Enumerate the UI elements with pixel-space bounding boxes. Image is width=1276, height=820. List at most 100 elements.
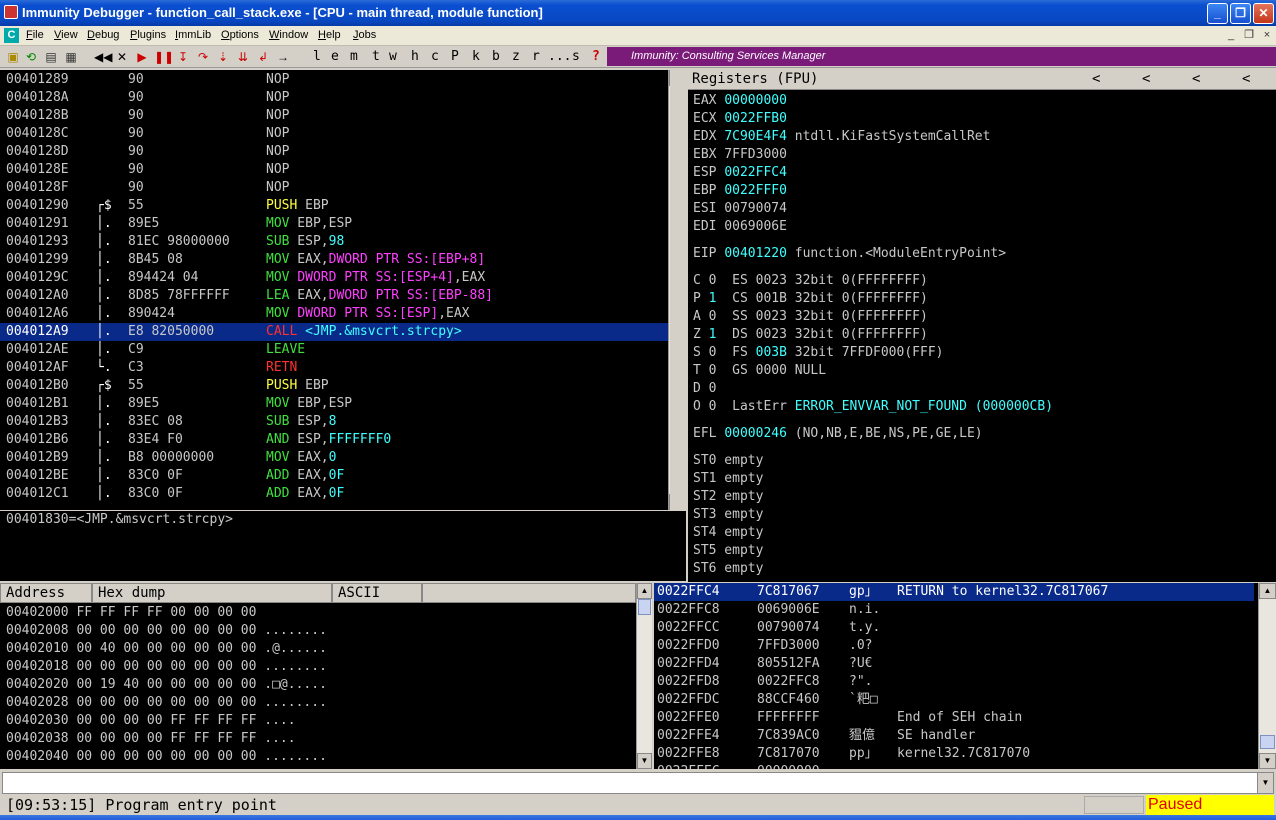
execute-till-return-icon[interactable]: ↲ <box>256 49 270 65</box>
toolbar-executable-modules-button[interactable]: e <box>331 49 339 65</box>
mdi-minimize-button[interactable]: _ <box>1224 28 1238 42</box>
toolbar-call-stack-button[interactable]: k <box>472 49 480 65</box>
stack-row[interactable]: 0022FFC4 7C817067 gp｣ RETURN to kernel32.7C… <box>654 583 1254 601</box>
disassembly-row[interactable]: 004012B1 │. 89E5 MOV EBP,ESP <box>0 395 668 413</box>
menu-help[interactable]: Help <box>318 29 341 41</box>
register-line[interactable]: EFL 00000246 (NO,NB,E,BE,NS,PE,GE,LE) <box>693 425 983 443</box>
run-icon[interactable]: ▶ <box>136 49 148 65</box>
register-line[interactable]: ESP 0022FFC4 <box>693 164 787 182</box>
registers-header[interactable]: Registers (FPU) < < < < <box>688 70 1276 90</box>
disassembly-row[interactable]: 00401290 ┌$ 55 PUSH EBP <box>0 197 668 215</box>
disassembly-row[interactable]: 004012A0 │. 8D85 78FFFFFF LEA EAX,DWORD PTR… <box>0 287 668 305</box>
stack-row[interactable]: 0022FFD4 805512FA ?U€ <box>654 655 1254 673</box>
disassembly-row[interactable]: 00401299 │. 8B45 08 MOV EAX,DWORD PTR SS:[E… <box>0 251 668 269</box>
menu-options[interactable]: Options <box>221 29 259 41</box>
disassembly-row[interactable]: 004012B6 │. 83E4 F0 AND ESP,FFFFFFF0 <box>0 431 668 449</box>
scroll-up-icon[interactable]: ▲ <box>637 583 652 599</box>
cpu-window-icon[interactable]: C <box>4 28 19 43</box>
registers-nav-button[interactable]: < <box>1242 71 1250 87</box>
disassembly-row[interactable]: 004012B0 ┌$ 55 PUSH EBP <box>0 377 668 395</box>
disassembly-row[interactable]: 004012A9 │. E8 82050000 CALL <JMP.&msvcrt.s… <box>0 323 668 341</box>
terminate-icon[interactable]: ✕ <box>116 49 128 65</box>
register-line[interactable]: ST3 empty <box>693 506 763 524</box>
toolbar-references-button[interactable]: r <box>532 49 540 65</box>
scroll-down-icon[interactable]: ▼ <box>637 753 652 769</box>
toolbar-log-button[interactable]: l <box>313 49 321 65</box>
toolbar-windows-button[interactable]: w <box>389 49 397 65</box>
register-line[interactable]: ST1 empty <box>693 470 763 488</box>
stack-row[interactable]: 0022FFC8 0069006E n.i. <box>654 601 1254 619</box>
toolbar-z-button[interactable]: z <box>512 49 520 65</box>
scroll-thumb[interactable] <box>638 599 651 615</box>
register-line[interactable]: ST4 empty <box>693 524 763 542</box>
toolbar-patches-button[interactable]: P <box>451 49 459 65</box>
disassembly-scrollbar[interactable]: ▲ ▼ <box>668 70 670 510</box>
menu-plugins[interactable]: Plugins <box>130 29 166 41</box>
disassembly-row[interactable]: 004012BE │. 83C0 0F ADD EAX,0F <box>0 467 668 485</box>
stack-scrollbar[interactable]: ▲ ▼ <box>1258 583 1276 769</box>
disassembly-row[interactable]: 004012C1 │. 83C0 0F ADD EAX,0F <box>0 485 668 503</box>
register-line[interactable]: O 0 LastErr ERROR_ENVVAR_NOT_FOUND (0000… <box>693 398 1053 416</box>
mdi-close-button[interactable]: × <box>1260 28 1274 42</box>
disassembly-pane[interactable]: 00401289 90 NOP 0040128A 90 NOP 0040128B 90 NOP 0… <box>0 70 670 510</box>
consulting-banner[interactable]: Immunity: Consulting Services Manager <box>607 47 1276 66</box>
registers-nav-button[interactable]: < <box>1092 71 1100 87</box>
stack-row[interactable]: 0022FFE0 FFFFFFFF End of SEH chain <box>654 709 1254 727</box>
dump-row[interactable]: 00402028 00 00 00 00 00 00 00 00 .......… <box>6 694 327 712</box>
registers-pane[interactable]: Registers (FPU) < < < < EAX 00000000 ECX … <box>688 70 1276 582</box>
register-line[interactable]: P 1 CS 001B 32bit 0(FFFFFFFF) <box>693 290 928 308</box>
stack-row[interactable]: 0022FFD0 7FFD3000 .0? <box>654 637 1254 655</box>
toolbar-source-button[interactable]: s <box>572 49 580 65</box>
stack-row[interactable]: 0022FFE4 7C839AC0 豱億 SE handler <box>654 727 1254 745</box>
register-line[interactable]: S 0 FS 003B 32bit 7FFDF000(FFF) <box>693 344 943 362</box>
disassembly-row[interactable]: 004012B9 │. B8 00000000 MOV EAX,0 <box>0 449 668 467</box>
command-dropdown-icon[interactable]: ▼ <box>1257 773 1273 793</box>
disassembly-row[interactable]: 004012A6 │. 890424 MOV DWORD PTR SS:[ESP],E… <box>0 305 668 323</box>
scroll-up-icon[interactable]: ▲ <box>669 70 670 86</box>
toolbar-threads-button[interactable]: t <box>372 49 380 65</box>
mdi-restore-button[interactable]: ❐ <box>1242 28 1256 42</box>
scroll-thumb[interactable] <box>1260 735 1275 749</box>
dump-row[interactable]: 00402020 00 19 40 00 00 00 00 00 .□@....… <box>6 676 327 694</box>
stack-pane[interactable]: 0022FFC4 7C817067 gp｣ RETURN to kernel32.7C… <box>654 583 1276 769</box>
pause-icon[interactable]: ❚❚ <box>154 49 174 65</box>
rewind-icon[interactable]: ◀◀ <box>94 49 112 65</box>
toolbar-handles-button[interactable]: h <box>411 49 419 65</box>
scroll-down-icon[interactable]: ▼ <box>1259 753 1276 769</box>
dump-scrollbar[interactable]: ▲ ▼ <box>636 583 652 769</box>
menu-jobs[interactable]: Jobs <box>353 29 376 41</box>
disassembly-row[interactable]: 0040128B 90 NOP <box>0 107 668 125</box>
dump-row[interactable]: 00402038 00 00 00 00 FF FF FF FF .... <box>6 730 296 748</box>
disassembly-row[interactable]: 0040128C 90 NOP <box>0 125 668 143</box>
register-line[interactable]: EBX 7FFD3000 <box>693 146 787 164</box>
menu-immlib[interactable]: ImmLib <box>175 29 211 41</box>
disassembly-row[interactable]: 004012B3 │. 83EC 08 SUB ESP,8 <box>0 413 668 431</box>
menu-file[interactable]: File <box>26 29 44 41</box>
go-to-icon[interactable]: → <box>276 49 290 65</box>
disassembly-row[interactable]: 0040128F 90 NOP <box>0 179 668 197</box>
dump-header-hex[interactable]: Hex dump <box>92 583 332 603</box>
toolbar-run-trace-button[interactable]: ... <box>548 49 571 65</box>
menu-view[interactable]: View <box>54 29 78 41</box>
dump-row[interactable]: 00402018 00 00 00 00 00 00 00 00 .......… <box>6 658 327 676</box>
dump-header-ascii[interactable]: ASCII <box>332 583 422 603</box>
disassembly-row[interactable]: 004012AF └. C3 RETN <box>0 359 668 377</box>
close-button[interactable]: ✕ <box>1253 3 1274 24</box>
restore-button[interactable]: ❐ <box>1230 3 1251 24</box>
step-over-icon[interactable]: ↷ <box>196 49 210 65</box>
disassembly-row[interactable]: 004012AE │. C9 LEAVE <box>0 341 668 359</box>
stack-row[interactable]: 0022FFEC 00000000 <box>654 763 1254 769</box>
register-line[interactable]: EBP 0022FFF0 <box>693 182 787 200</box>
stack-row[interactable]: 0022FFE8 7C817070 pp｣ kernel32.7C817070 <box>654 745 1254 763</box>
toolbar-memory-map-button[interactable]: m <box>350 49 358 65</box>
register-line[interactable]: EAX 00000000 <box>693 92 787 110</box>
dump-row[interactable]: 00402030 00 00 00 00 FF FF FF FF .... <box>6 712 296 730</box>
scroll-up-icon[interactable]: ▲ <box>1259 583 1276 599</box>
help-icon[interactable]: ? <box>592 49 600 65</box>
open-icon[interactable]: ▣ <box>6 49 20 65</box>
dump-row[interactable]: 00402040 00 00 00 00 00 00 00 00 .......… <box>6 748 327 766</box>
register-line[interactable]: ST6 empty <box>693 560 763 578</box>
registers-nav-button[interactable]: < <box>1192 71 1200 87</box>
menu-debug[interactable]: Debug <box>87 29 119 41</box>
disassembly-row[interactable]: 00401293 │. 81EC 98000000 SUB ESP,98 <box>0 233 668 251</box>
